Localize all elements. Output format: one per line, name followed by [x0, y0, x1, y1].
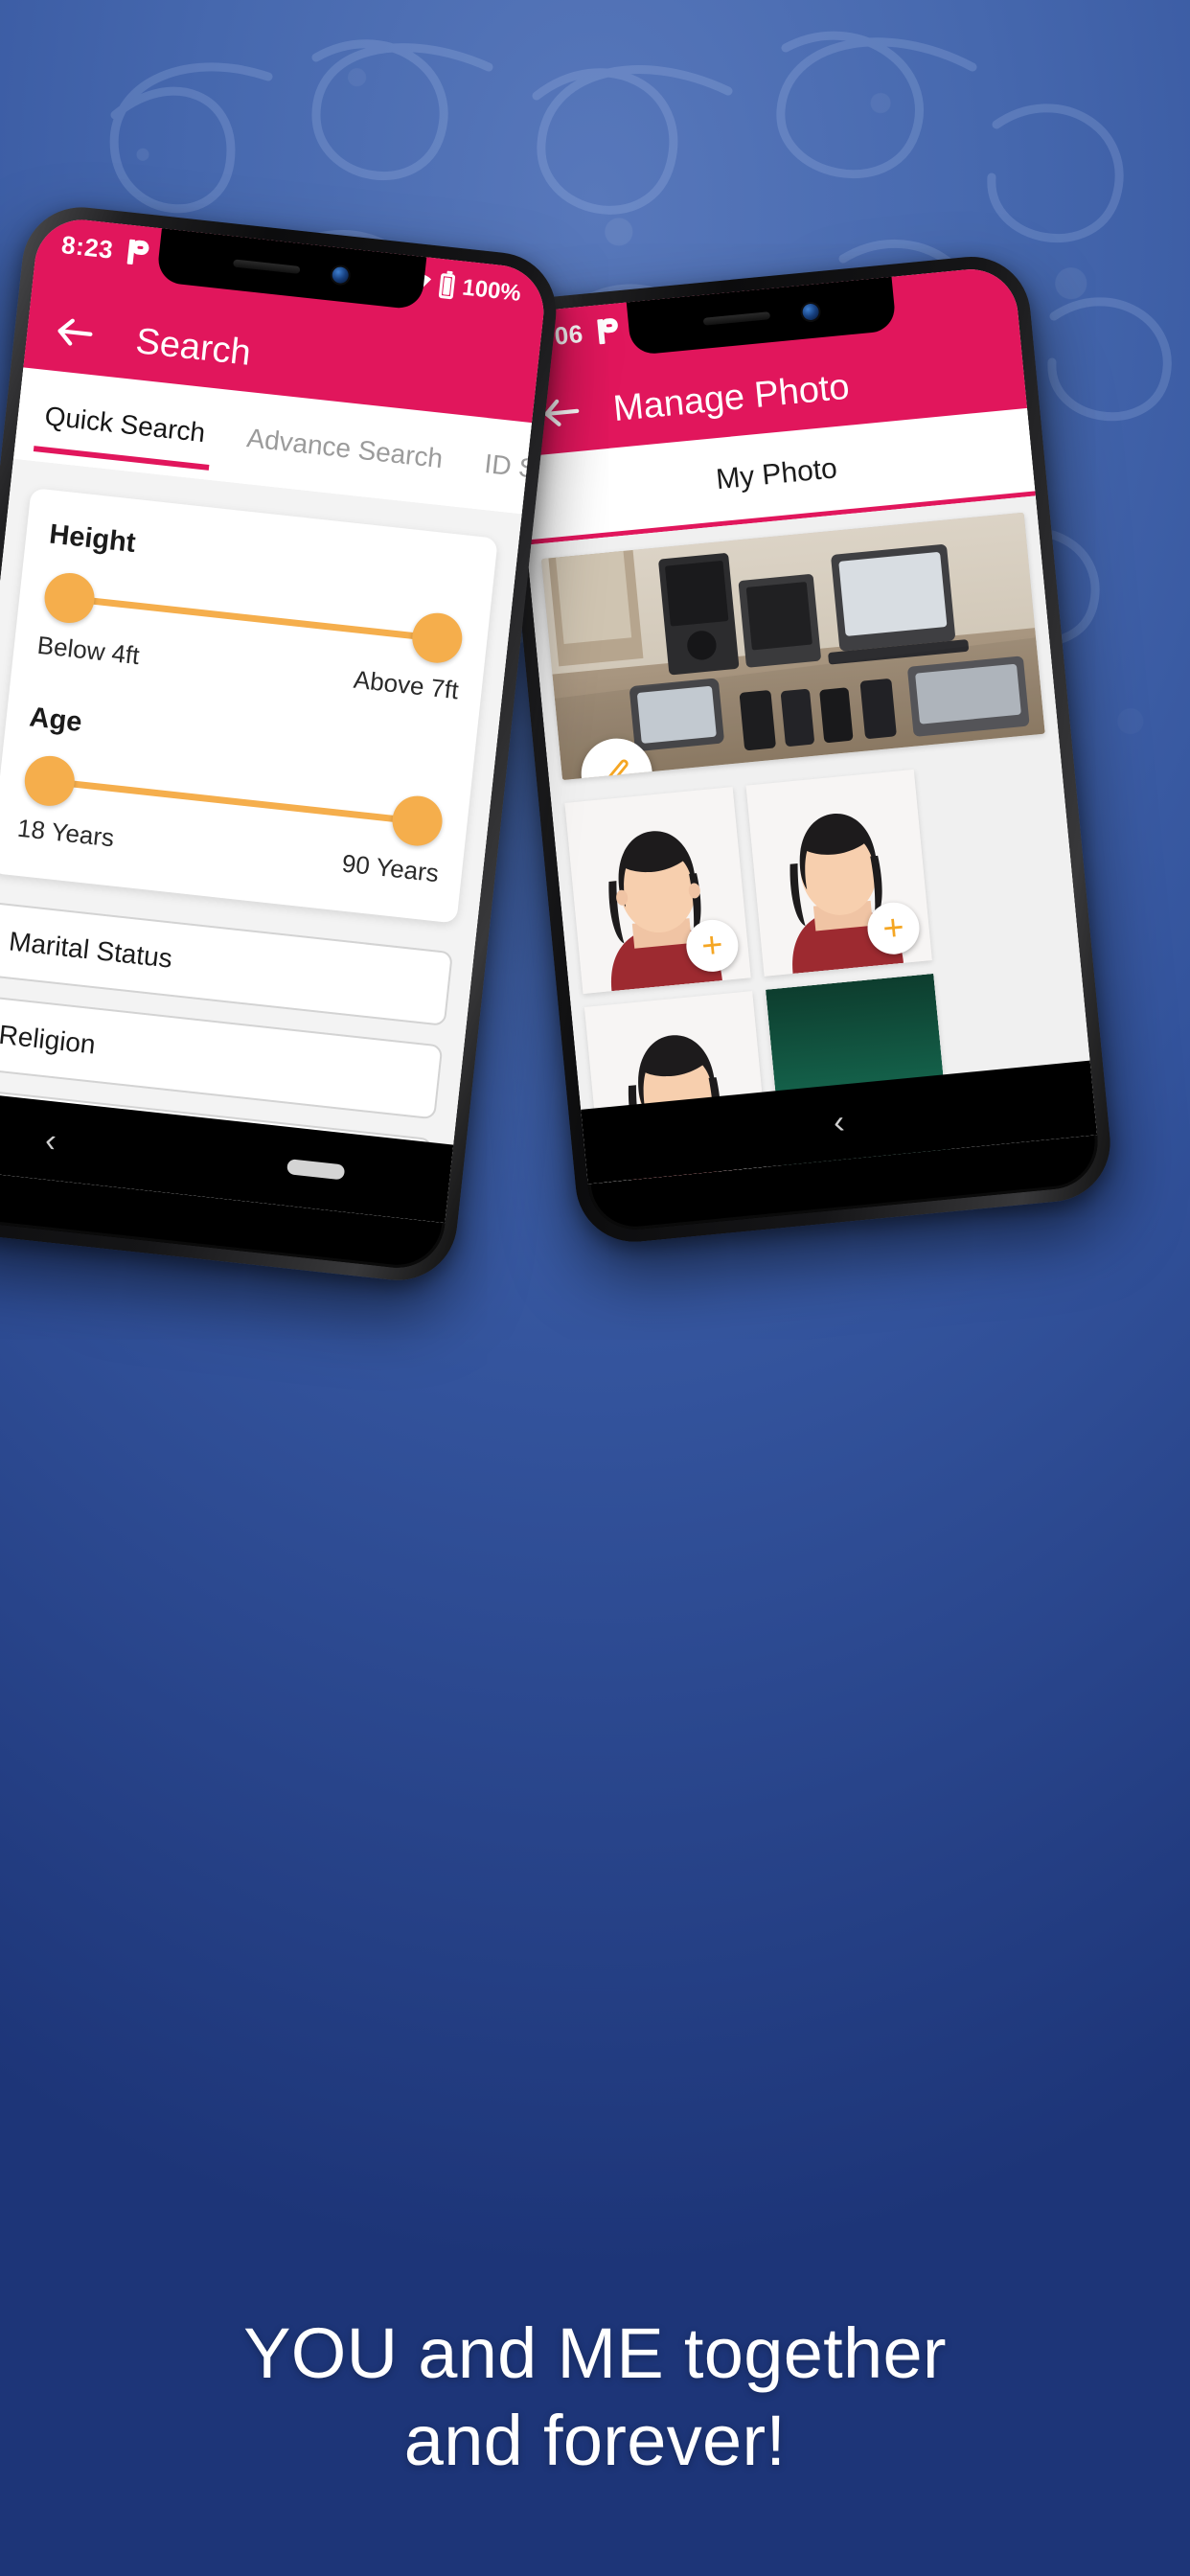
- plus-icon: +: [881, 907, 906, 950]
- age-slider-group: Age 18 Years 90 Years: [16, 702, 452, 888]
- chevron-left-icon[interactable]: ‹: [43, 1121, 57, 1160]
- sliders-card: Height Below 4ft Above 7ft Age 18 Years …: [0, 488, 498, 924]
- dropdown-religion-label: Religion: [0, 1019, 98, 1060]
- earpiece-speaker-icon: [233, 259, 301, 275]
- age-slider-track[interactable]: [39, 776, 427, 826]
- dropdown-mother-tongue-label: Mother Tongue: [0, 1207, 158, 1223]
- plus-icon: +: [699, 924, 725, 967]
- p-icon: [127, 240, 151, 266]
- blurred-photo: [785, 1177, 972, 1184]
- tagline-line-1: YOU and ME together: [243, 2313, 947, 2394]
- photo-tile[interactable]: +: [564, 787, 751, 995]
- status-time: 8:23: [59, 229, 115, 264]
- tagline-line-2: and forever!: [403, 2400, 787, 2480]
- height-slider-track[interactable]: [59, 593, 447, 643]
- hero-photo[interactable]: [540, 512, 1045, 781]
- front-camera-icon: [332, 265, 350, 284]
- height-slider-group: Height Below 4ft Above 7ft: [35, 518, 471, 705]
- p-icon: [597, 317, 620, 344]
- chevron-left-icon[interactable]: ‹: [832, 1103, 846, 1141]
- age-min-label: 18 Years: [15, 813, 116, 853]
- promo-tagline: YOU and ME together and forever!: [0, 2311, 1190, 2484]
- height-max-label: Above 7ft: [352, 664, 461, 705]
- age-slider-thumb-max[interactable]: [389, 793, 446, 849]
- age-slider-thumb-min[interactable]: [22, 753, 78, 809]
- photo-tile[interactable]: [785, 1177, 972, 1184]
- phone-mockup-manage-photo: Manage Photo 8:06 My Photo + + ‹: [491, 251, 1116, 1248]
- front-camera-icon: [802, 302, 820, 321]
- home-pill-icon[interactable]: [286, 1159, 346, 1181]
- battery-icon: [438, 272, 455, 300]
- page-title: Search: [133, 321, 253, 374]
- page-title: Manage Photo: [611, 366, 852, 430]
- pencil-edit-icon: [604, 759, 629, 781]
- photo-tile[interactable]: +: [745, 769, 932, 977]
- height-slider-thumb-min[interactable]: [41, 570, 98, 626]
- height-slider-thumb-max[interactable]: [409, 610, 465, 666]
- tab-advance-search[interactable]: Advance Search: [243, 423, 446, 474]
- back-arrow-icon[interactable]: [50, 308, 101, 358]
- dropdown-marital-status-label: Marital Status: [7, 926, 174, 974]
- height-min-label: Below 4ft: [35, 630, 142, 671]
- battery-text: 100%: [461, 274, 523, 307]
- tab-my-photo-label: My Photo: [714, 451, 839, 495]
- tab-quick-search[interactable]: Quick Search: [41, 401, 209, 448]
- earpiece-speaker-icon: [703, 311, 771, 326]
- age-max-label: 90 Years: [340, 848, 441, 888]
